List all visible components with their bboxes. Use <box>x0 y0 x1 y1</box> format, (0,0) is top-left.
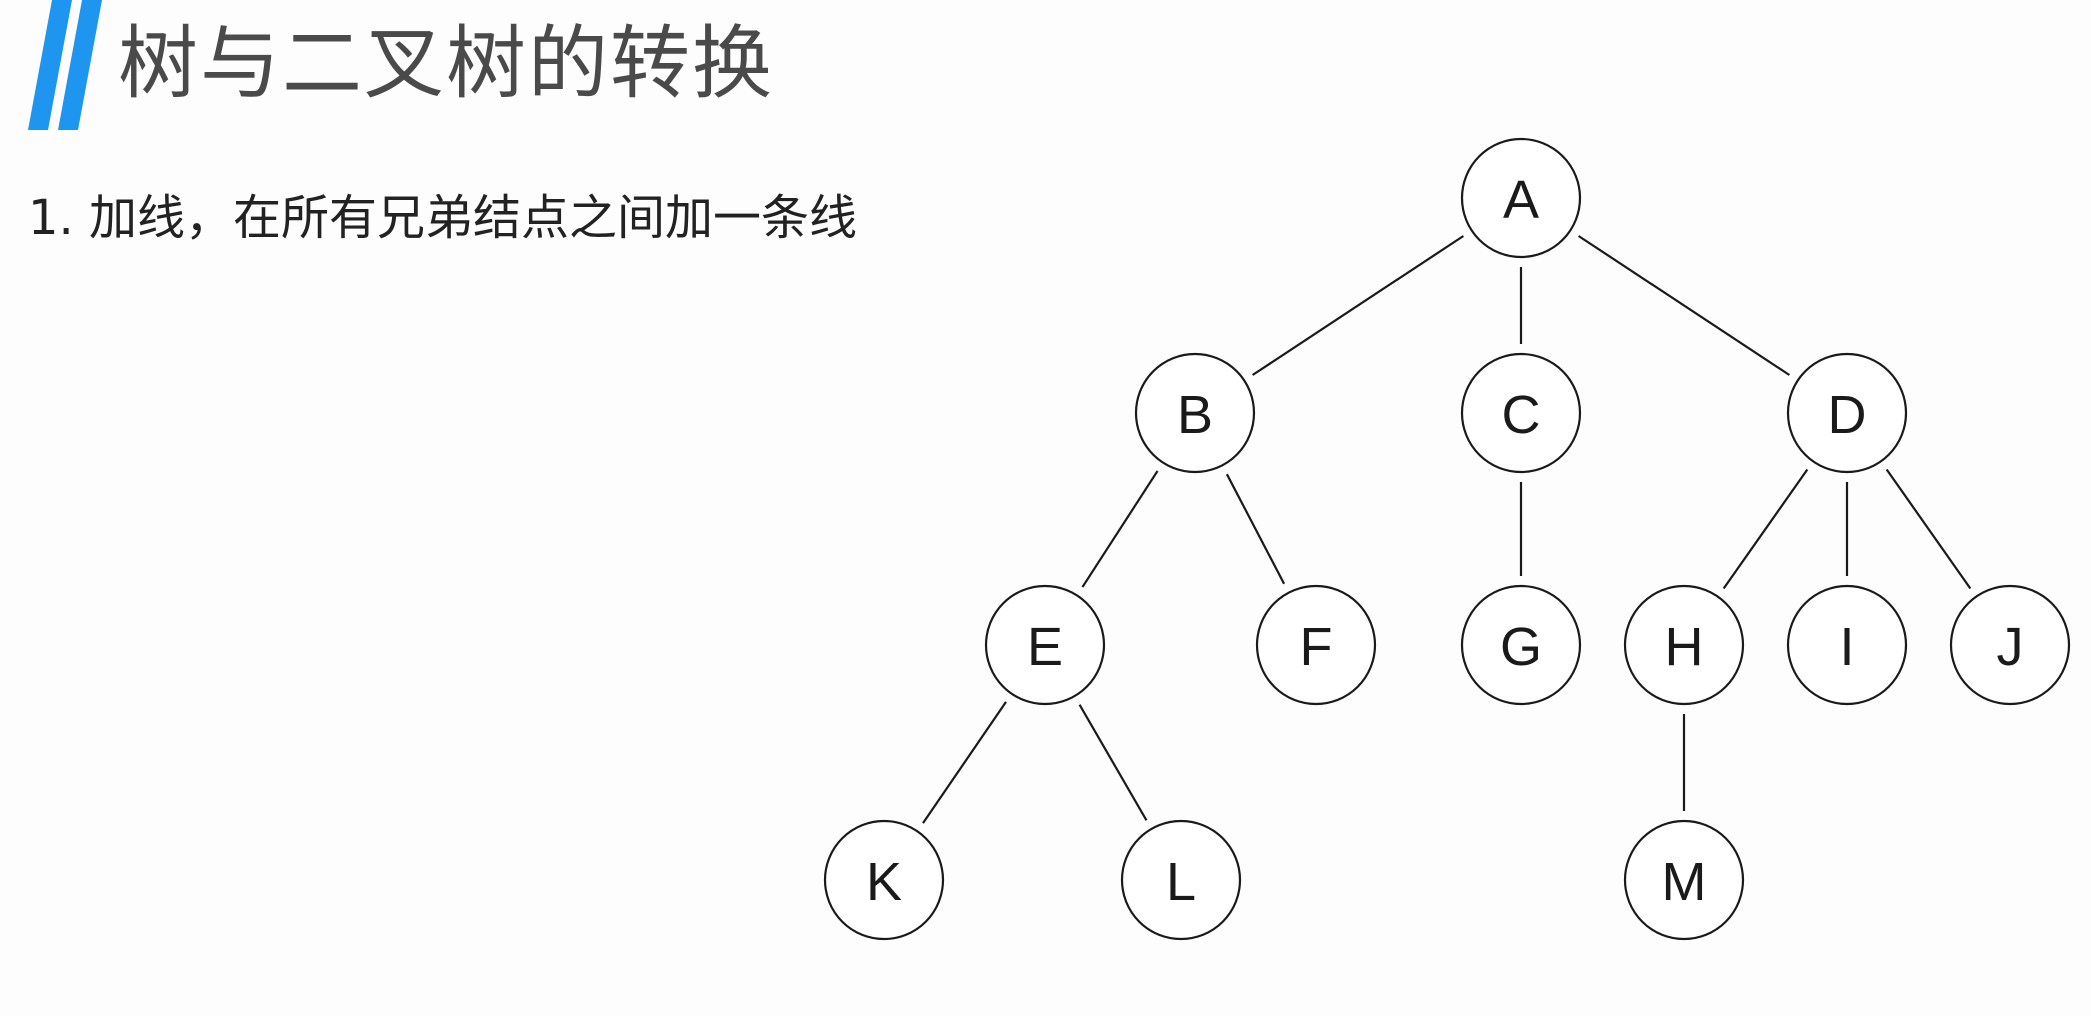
tree-node-h: H <box>1623 584 1745 706</box>
node-label: A <box>1503 170 1539 230</box>
node-label: F <box>1300 617 1333 677</box>
tree-node-m: M <box>1623 819 1745 941</box>
tree-node-f: F <box>1255 584 1377 706</box>
tree-node-k: K <box>823 819 945 941</box>
node-label: E <box>1027 617 1063 677</box>
node-label: C <box>1502 385 1541 445</box>
edge-b-e <box>1081 470 1159 588</box>
tree-node-j: J <box>1949 584 2071 706</box>
edge-e-l <box>1078 704 1148 821</box>
edge-b-f <box>1225 473 1286 585</box>
tree-node-d: D <box>1786 352 1908 474</box>
tree-node-b: B <box>1134 352 1256 474</box>
node-label: D <box>1828 385 1867 445</box>
node-label: B <box>1177 385 1213 445</box>
tree-node-g: G <box>1460 584 1582 706</box>
node-label: M <box>1662 852 1707 912</box>
tree-diagram: A B C D E F G H I J K L M <box>823 137 2071 941</box>
node-label: I <box>1839 617 1854 677</box>
node-label: G <box>1500 617 1542 677</box>
edge-a-d <box>1577 235 1791 376</box>
tree-node-l: L <box>1120 819 1242 941</box>
node-label: K <box>866 852 902 912</box>
node-label: H <box>1665 617 1704 677</box>
edge-a-b <box>1251 235 1465 376</box>
tree-node-i: I <box>1786 584 1908 706</box>
edge-e-k <box>922 701 1007 824</box>
node-label: J <box>1997 617 2024 677</box>
node-label: L <box>1166 852 1196 912</box>
tree-node-e: E <box>984 584 1106 706</box>
tree-node-a: A <box>1460 137 1582 259</box>
edge-d-h <box>1722 468 1809 590</box>
edge-d-j <box>1885 468 1972 590</box>
tree-node-c: C <box>1460 352 1582 474</box>
